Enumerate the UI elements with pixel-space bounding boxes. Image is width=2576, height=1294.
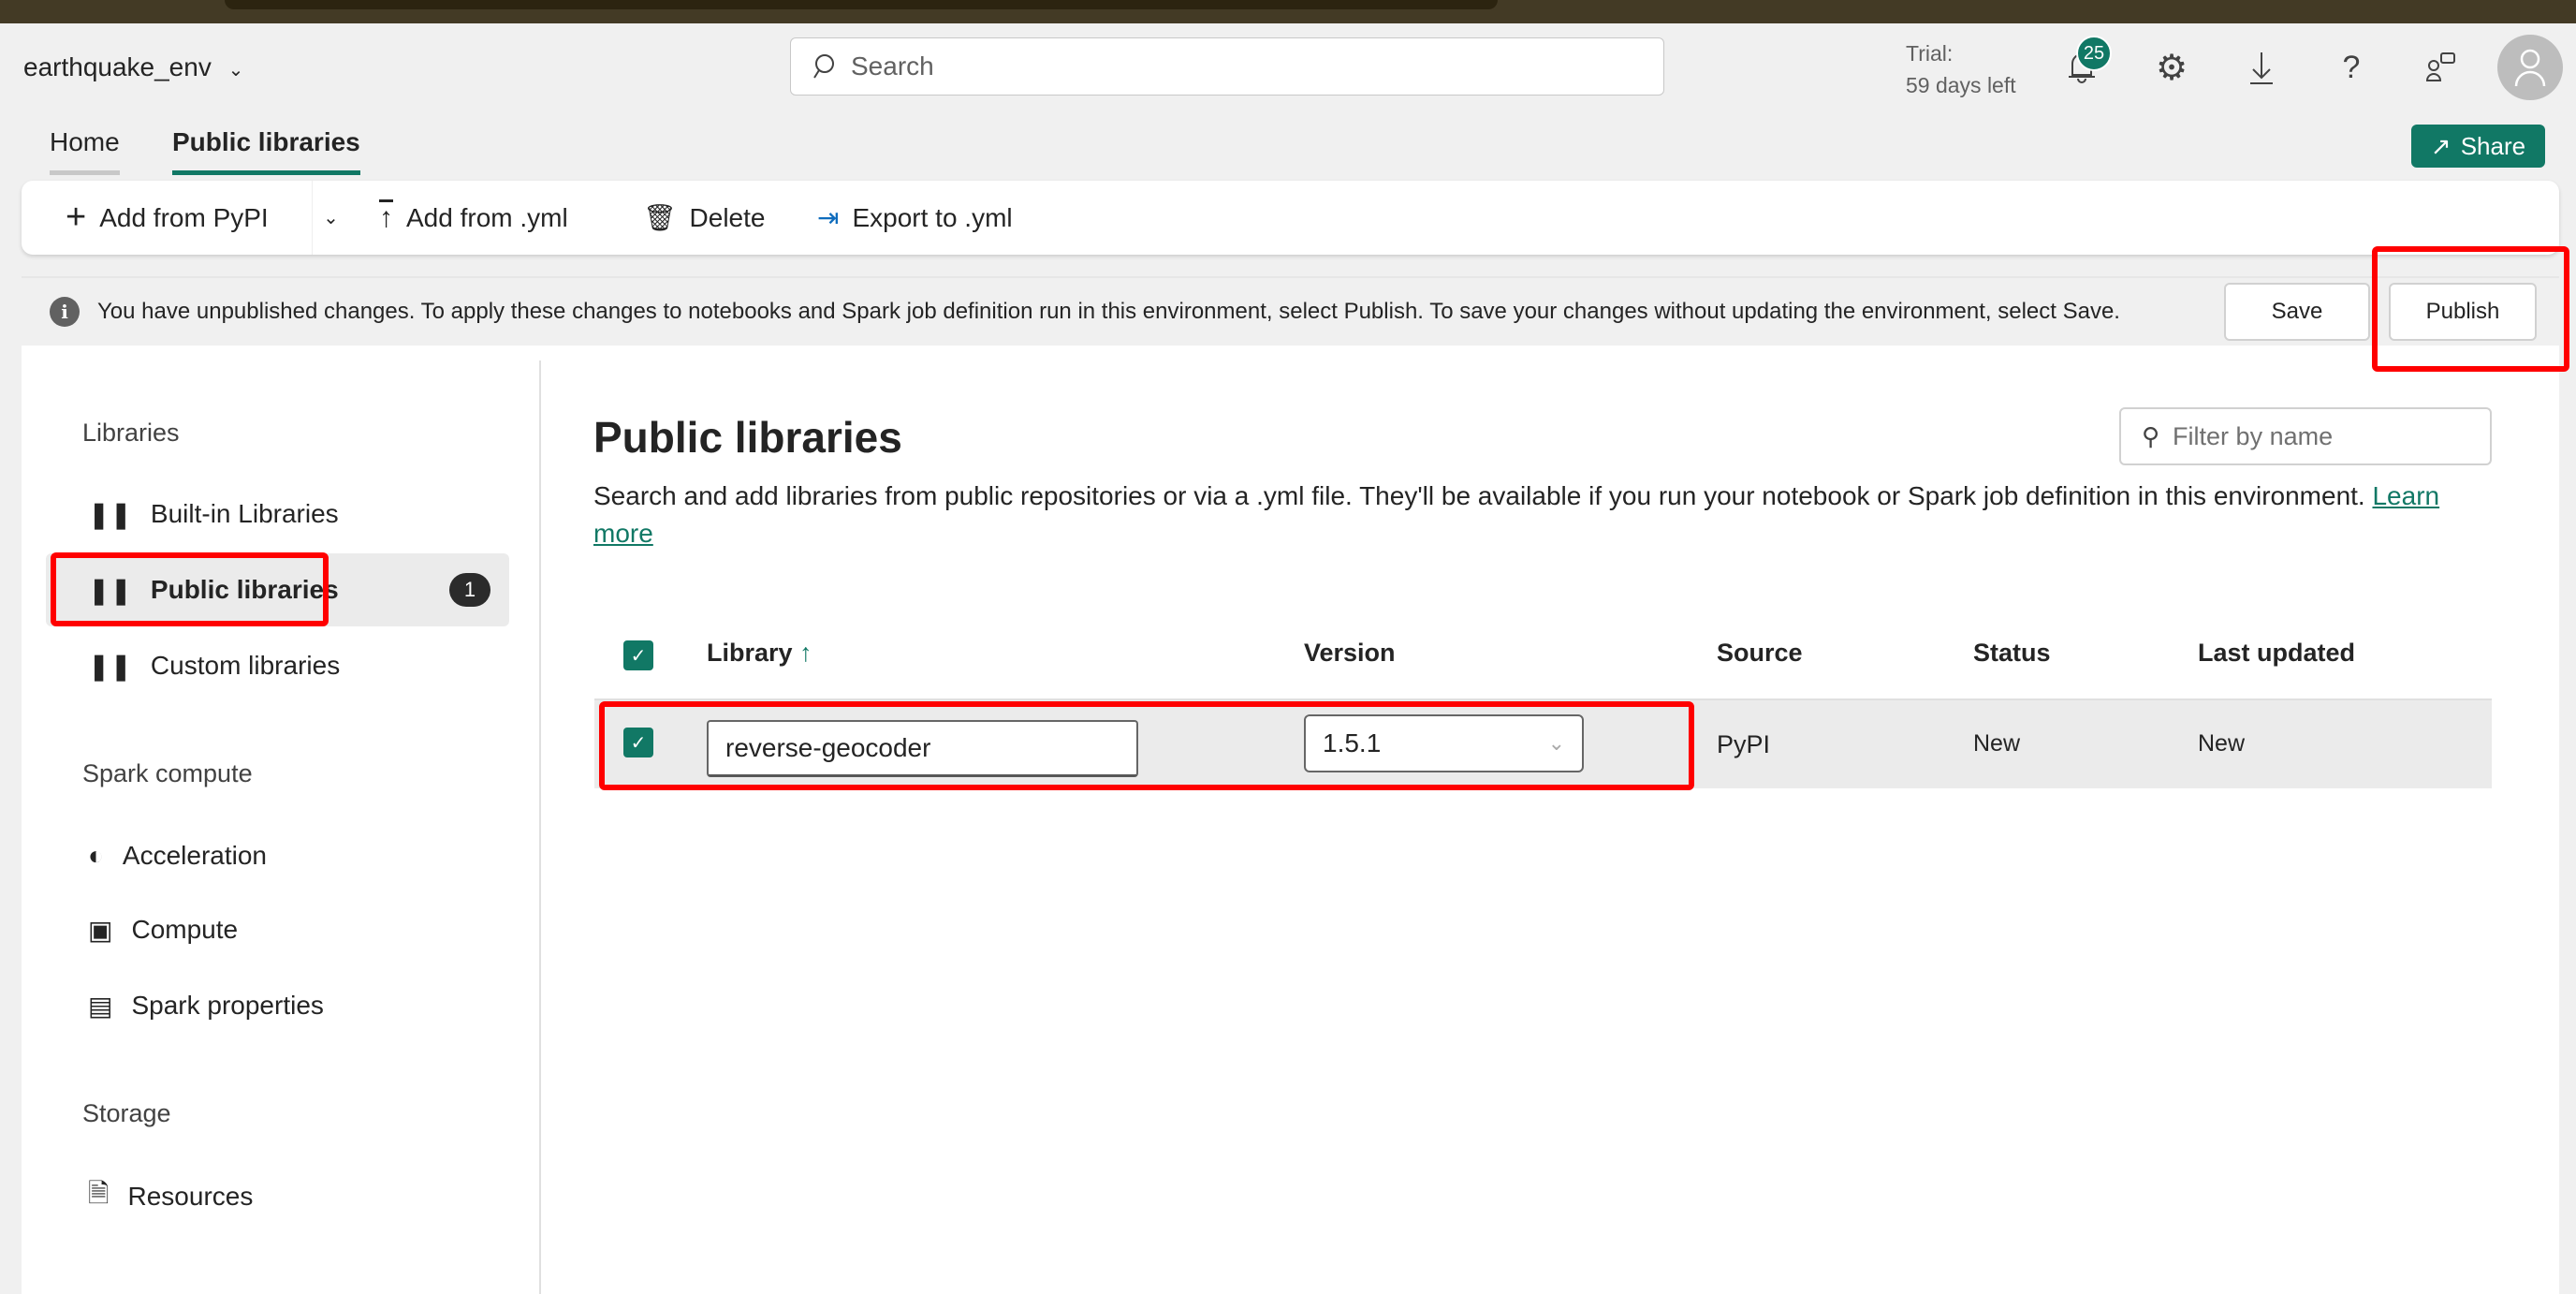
search-icon: ⚲ <box>2142 421 2160 450</box>
highlight-publish <box>2372 246 2569 372</box>
sidebar-item-spark-properties[interactable]: ▤ Spark properties <box>51 969 509 1042</box>
description-text: Search and add libraries from public rep… <box>593 481 2365 510</box>
column-label: Library <box>707 639 793 667</box>
trial-days-left: 59 days left <box>1906 73 2016 97</box>
feedback-button[interactable] <box>2419 45 2464 90</box>
sidebar-item-custom-libraries[interactable]: ❚❚ Custom libraries <box>51 629 509 702</box>
gauge-icon: ◐ <box>88 841 104 870</box>
section-libraries: Libraries <box>82 419 180 447</box>
sidebar-divider <box>539 360 541 1294</box>
sidebar-item-resources[interactable]: 🗎 Resources <box>51 1160 509 1233</box>
save-button[interactable]: Save <box>2224 283 2370 341</box>
add-from-pypi-label: Add from PyPI <box>99 202 269 232</box>
tab-public-libraries[interactable]: Public libraries <box>172 127 360 175</box>
column-header-version[interactable]: Version <box>1304 639 1396 668</box>
gear-icon: ⚙ <box>2155 48 2188 88</box>
select-all-checkbox[interactable]: ✓ <box>623 640 653 670</box>
message-text: You have unpublished changes. To apply t… <box>97 299 2120 324</box>
search-input[interactable]: Search <box>790 37 1664 96</box>
info-icon: i <box>50 297 80 327</box>
export-yml-button[interactable]: ⇥ Export to .yml <box>817 181 1013 255</box>
last-updated-cell: New <box>2198 730 2246 757</box>
download-icon <box>2250 52 2273 84</box>
page-description: Search and add libraries from public rep… <box>593 478 2447 552</box>
help-button[interactable]: ? <box>2329 45 2374 90</box>
person-icon <box>2514 49 2546 87</box>
add-from-yml-label: Add from .yml <box>406 202 568 232</box>
sort-ascending-icon: ↑ <box>799 639 812 667</box>
share-button[interactable]: ↗ Share <box>2411 125 2545 168</box>
sidebar-item-compute[interactable]: ▣ Compute <box>51 893 509 966</box>
share-label: Share <box>2460 131 2526 160</box>
upload-icon: ↑ <box>379 201 393 233</box>
avatar[interactable] <box>2497 35 2563 100</box>
unpublished-changes-bar: i You have unpublished changes. To apply… <box>22 276 2559 346</box>
tab-home[interactable]: Home <box>50 127 120 175</box>
search-icon <box>813 54 834 79</box>
browser-top-bar <box>0 0 2576 23</box>
trial-label: Trial: <box>1906 41 1954 66</box>
save-label: Save <box>2271 299 2323 324</box>
trash-icon: 🗑 <box>643 203 677 232</box>
environment-selector[interactable]: earthquake_env ⌄ <box>23 52 243 82</box>
chip-icon: ▣ <box>88 915 113 945</box>
plus-icon: + <box>66 198 87 237</box>
settings-button[interactable]: ⚙ <box>2149 45 2194 90</box>
trial-status[interactable]: Trial: 59 days left <box>1906 37 2016 101</box>
delete-button[interactable]: 🗑 Delete <box>643 181 765 255</box>
people-feedback-icon <box>2425 52 2455 81</box>
status-cell: New <box>1973 730 2021 757</box>
section-storage: Storage <box>82 1099 171 1127</box>
column-header-last-updated[interactable]: Last updated <box>2198 639 2355 668</box>
chevron-down-icon: ⌄ <box>323 208 339 228</box>
export-yml-label: Export to .yml <box>852 202 1013 232</box>
tab-label: Home <box>50 127 120 156</box>
toolbar: + Add from PyPI ⌄ ↑ Add from .yml 🗑 Delete … <box>22 181 2559 255</box>
nav-label: Resources <box>127 1182 254 1211</box>
list-icon: ▤ <box>88 991 113 1021</box>
nav-label: Acceleration <box>122 841 268 870</box>
column-header-library[interactable]: Library ↑ <box>707 639 812 668</box>
delete-label: Delete <box>689 202 766 232</box>
env-name: earthquake_env <box>23 52 212 81</box>
sidebar-item-acceleration[interactable]: ◐ Acceleration <box>51 819 509 892</box>
add-from-yml-button[interactable]: ↑ Add from .yml <box>379 181 568 255</box>
page-title: Public libraries <box>593 413 902 462</box>
column-header-status[interactable]: Status <box>1973 639 2051 668</box>
section-spark-compute: Spark compute <box>82 759 253 787</box>
export-icon: ⇥ <box>817 203 840 232</box>
highlight-public-libraries <box>51 552 329 626</box>
document-icon: 🗎 <box>88 1179 110 1208</box>
column-header-source[interactable]: Source <box>1717 639 1803 668</box>
notification-badge: 25 <box>2076 36 2112 71</box>
source-cell: PyPI <box>1717 730 1771 758</box>
nav-label: Custom libraries <box>150 651 341 680</box>
nav-label: Built-in Libraries <box>150 499 339 528</box>
filter-input[interactable]: ⚲ Filter by name <box>2119 407 2492 465</box>
filter-placeholder: Filter by name <box>2173 421 2334 450</box>
nav-label: Spark properties <box>131 991 324 1020</box>
chevron-down-icon: ⌄ <box>227 60 244 81</box>
help-icon: ? <box>2342 49 2361 85</box>
search-placeholder: Search <box>851 51 934 81</box>
share-icon: ↗ <box>2430 131 2452 160</box>
highlight-library-row <box>599 701 1694 790</box>
nav-label: Compute <box>131 915 239 944</box>
count-badge: 1 <box>449 573 490 607</box>
download-button[interactable] <box>2239 45 2284 90</box>
library-icon: ❚❚ <box>88 651 132 681</box>
add-from-pypi-dropdown[interactable]: ⌄ <box>312 181 349 255</box>
library-icon: ❚❚ <box>88 499 132 529</box>
add-from-pypi-button[interactable]: + Add from PyPI <box>66 181 269 255</box>
tab-label: Public libraries <box>172 127 360 156</box>
sidebar-item-built-in-libraries[interactable]: ❚❚ Built-in Libraries <box>51 478 509 551</box>
